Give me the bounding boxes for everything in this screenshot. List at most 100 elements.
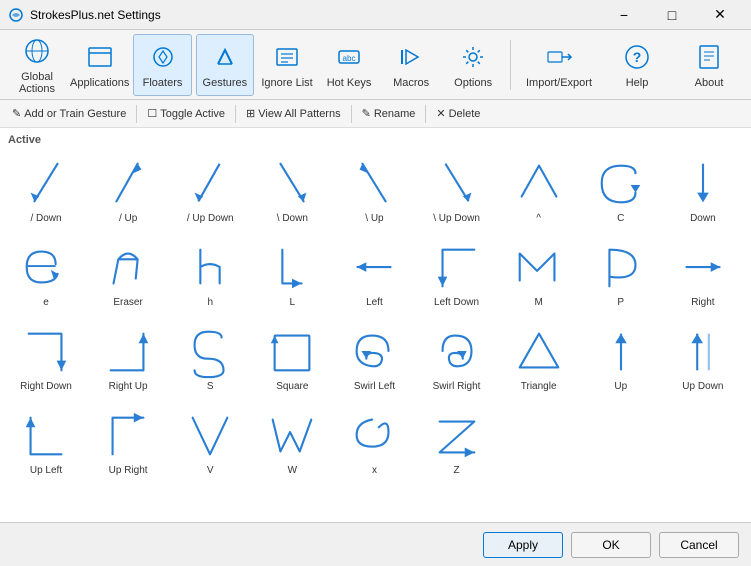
gesture-svg-slash-down [16,156,76,211]
gesture-label: Up Right [109,465,148,476]
view-all-label: View All Patterns [258,108,340,120]
gesture-item[interactable]: Right Up [90,320,166,400]
gesture-item[interactable]: / Down [8,152,84,232]
gesture-svg-z [427,408,487,463]
gesture-item[interactable]: e [8,236,84,316]
toolbar-floaters[interactable]: Floaters [133,34,191,96]
toolbar-help[interactable]: ? Help [603,34,671,96]
toolbar-options[interactable]: Options [444,34,502,96]
close-button[interactable]: ✕ [697,0,743,30]
toolbar-applications[interactable]: Applications [70,34,129,96]
gesture-item[interactable]: Eraser [90,236,166,316]
toolbar-global-actions[interactable]: Global Actions [8,34,66,96]
gesture-item[interactable]: Left [336,236,412,316]
gesture-item[interactable]: \ Up Down [419,152,495,232]
toolbar-gestures[interactable]: Gestures [196,34,254,96]
gesture-label: e [43,297,49,308]
gesture-item[interactable]: \ Up [336,152,412,232]
view-all-patterns-button[interactable]: ⊞ View All Patterns [240,105,347,122]
gesture-svg-s [180,324,240,379]
gesture-svg-up-left [16,408,76,463]
ok-button[interactable]: OK [571,532,651,558]
gesture-item[interactable]: Square [254,320,330,400]
gesture-item[interactable]: Z [419,404,495,484]
gesture-item[interactable]: Up Right [90,404,166,484]
add-train-button[interactable]: ✎ Add or Train Gesture [6,105,132,122]
toolbar-separator [510,40,511,90]
toolbar-right: Import/Export ? Help About [519,34,743,96]
gesture-item[interactable]: V [172,404,248,484]
gesture-item[interactable]: Left Down [419,236,495,316]
gesture-item[interactable]: W [254,404,330,484]
gesture-label: S [207,381,214,392]
action-separator-1 [136,105,137,123]
gesture-label: / Up [119,213,137,224]
gesture-svg-up [591,324,651,379]
gesture-item[interactable]: Down [665,152,741,232]
gesture-svg-backslash-up-down [427,156,487,211]
content-area: Active / Down/ Up/ Up Down\ Down\ Up\ Up… [0,128,751,522]
toolbar-ignore-list[interactable]: Ignore List [258,34,316,96]
globe-icon [21,35,53,67]
gesture-item[interactable]: Swirl Right [419,320,495,400]
gesture-label: Left [366,297,383,308]
toolbar-options-label: Options [454,77,492,89]
gesture-grid: / Down / Up / Up Down \ Down \ Up \ Up Down ^ C… [8,152,743,484]
gesture-item[interactable]: x [336,404,412,484]
title-bar: StrokesPlus.net Settings − □ ✕ [0,0,751,30]
gesture-item[interactable]: Right [665,236,741,316]
gesture-item[interactable]: h [172,236,248,316]
gesture-label: \ Down [277,213,308,224]
gesture-item[interactable]: \ Down [254,152,330,232]
toggle-active-button[interactable]: ☐ Toggle Active [141,105,231,122]
apply-button[interactable]: Apply [483,532,563,558]
about-icon [693,41,725,73]
delete-icon: ✕ [436,107,445,120]
maximize-button[interactable]: □ [649,0,695,30]
gesture-label: Z [453,465,459,476]
gesture-label: Triangle [521,381,557,392]
gesture-item[interactable]: Right Down [8,320,84,400]
gesture-svg-down [673,156,733,211]
toolbar-global-actions-label: Global Actions [8,71,66,95]
toolbar-import-export[interactable]: Import/Export [519,34,599,96]
gesture-item[interactable]: M [501,236,577,316]
gesture-item[interactable]: C [583,152,659,232]
gesture-item[interactable]: L [254,236,330,316]
rename-button[interactable]: ✎ Rename [356,105,422,122]
toolbar-about[interactable]: About [675,34,743,96]
gesture-label: Up Down [682,381,723,392]
gesture-item[interactable]: / Up Down [172,152,248,232]
gesture-svg-x [344,408,404,463]
gesture-item[interactable]: Up [583,320,659,400]
gesture-label: x [372,465,377,476]
gesture-svg-up-right [98,408,158,463]
gesture-item[interactable]: P [583,236,659,316]
gesture-item[interactable]: ^ [501,152,577,232]
gesture-label: M [534,297,542,308]
gesture-item[interactable]: Swirl Left [336,320,412,400]
svg-text:abc: abc [343,54,356,63]
gesture-label: \ Up Down [433,213,480,224]
minimize-button[interactable]: − [601,0,647,30]
delete-button[interactable]: ✕ Delete [430,105,486,122]
title-bar-left: StrokesPlus.net Settings [8,7,161,23]
cancel-button[interactable]: Cancel [659,532,739,558]
gesture-item[interactable]: Up Left [8,404,84,484]
gesture-label: P [617,297,624,308]
gesture-item[interactable]: Triangle [501,320,577,400]
toolbar-hot-keys[interactable]: abc Hot Keys [320,34,378,96]
gesture-svg-backslash-up [344,156,404,211]
toolbar-macros[interactable]: Macros [382,34,440,96]
gesture-svg-p [591,240,651,295]
action-separator-3 [351,105,352,123]
gesture-svg-h [180,240,240,295]
gesture-label: ^ [536,213,541,224]
gesture-item[interactable]: S [172,320,248,400]
window-icon [84,41,116,73]
gesture-item[interactable]: Up Down [665,320,741,400]
toolbar-gestures-label: Gestures [203,77,248,89]
gesture-item[interactable]: / Up [90,152,166,232]
floater-icon [147,41,179,73]
gesture-label: Square [276,381,308,392]
